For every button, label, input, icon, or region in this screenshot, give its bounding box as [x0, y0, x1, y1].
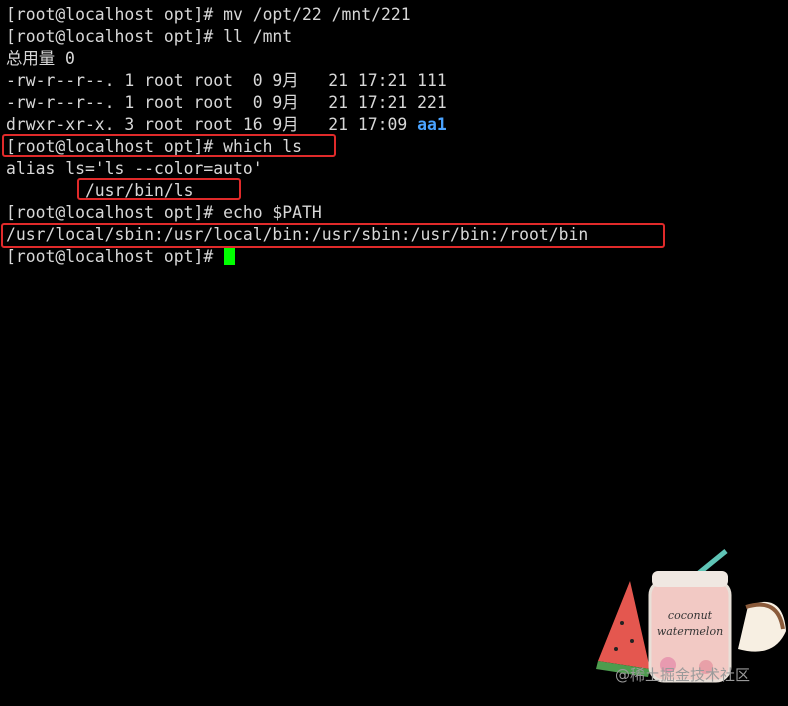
- sticker-label-1: coconut: [668, 609, 713, 622]
- highlight-path-variable: [1, 223, 665, 248]
- highlight-ls-path: [77, 178, 241, 200]
- terminal-line: [root@localhost opt]# ll /mnt: [6, 27, 293, 46]
- directory-name: aa1: [417, 115, 447, 134]
- terminal-line: 总用量 0: [6, 49, 75, 68]
- terminal-prompt-line[interactable]: [root@localhost opt]#: [6, 246, 236, 268]
- terminal-line: -rw-r--r--. 1 root root 0 9月 21 17:21 22…: [6, 93, 447, 112]
- shell-prompt: [root@localhost opt]#: [6, 247, 224, 266]
- terminal-window[interactable]: [root@localhost opt]# mv /opt/22 /mnt/22…: [0, 0, 788, 706]
- terminal-line: [root@localhost opt]# mv /opt/22 /mnt/22…: [6, 5, 411, 24]
- terminal-line: alias ls='ls --color=auto': [6, 159, 263, 178]
- listing-prefix: drwxr-xr-x. 3 root root 16 9月 21 17:09: [6, 115, 418, 134]
- highlight-which-command: [2, 134, 336, 157]
- terminal-line: [root@localhost opt]# echo $PATH: [6, 203, 322, 222]
- terminal-line: drwxr-xr-x. 3 root root 16 9月 21 17:09 a…: [6, 114, 447, 136]
- watermark-text: @稀土掘金技术社区: [615, 666, 751, 684]
- terminal-line: -rw-r--r--. 1 root root 0 9月 21 17:21 11…: [6, 71, 447, 90]
- terminal-cursor: [224, 246, 236, 265]
- sticker-label-2: watermelon: [657, 625, 723, 638]
